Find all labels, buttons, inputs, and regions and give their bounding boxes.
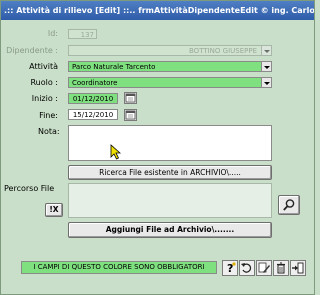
dipendente-label: Dipendente :	[6, 46, 58, 55]
delete-icon	[277, 262, 285, 274]
edit-icon	[258, 262, 270, 273]
chevron-down-icon	[261, 46, 271, 55]
calendar-icon	[125, 110, 136, 120]
chevron-down-icon[interactable]	[261, 78, 271, 87]
id-label: Id:	[47, 29, 58, 38]
attivita-combo[interactable]: Parco Naturale Tarcento	[68, 61, 272, 72]
undo-button[interactable]	[239, 260, 255, 276]
percorso-field	[68, 183, 272, 218]
clear-path-label: !X	[49, 205, 59, 214]
dipendente-value: BOTTINO GIUSEPPE	[189, 47, 257, 55]
ricerca-file-button[interactable]: Ricerca File esistente in ARCHIVIO\.....	[68, 165, 272, 180]
search-file-button[interactable]	[278, 195, 300, 215]
edit-button[interactable]	[256, 260, 272, 276]
attivita-value: Parco Naturale Tarcento	[72, 63, 156, 71]
inizio-field[interactable]: 01/12/2010	[68, 93, 118, 104]
search-icon	[283, 199, 295, 211]
fine-label: Fine:	[39, 111, 58, 120]
inizio-calendar-button[interactable]	[124, 92, 137, 104]
fine-calendar-button[interactable]	[124, 109, 137, 121]
nota-field[interactable]	[68, 125, 272, 161]
attivita-label: Attività	[29, 62, 58, 71]
help-button[interactable]: ?	[222, 260, 238, 276]
ruolo-combo[interactable]: Coordinatore	[68, 77, 272, 88]
exit-icon	[292, 262, 304, 274]
dipendente-combo: BOTTINO GIUSEPPE	[68, 45, 272, 56]
ruolo-label: Ruolo :	[30, 78, 58, 87]
ruolo-value: Coordinatore	[72, 79, 118, 87]
calendar-icon	[125, 93, 136, 103]
fine-field[interactable]: 15/12/2010	[68, 109, 118, 120]
id-field: 137	[68, 29, 97, 39]
exit-button[interactable]	[290, 260, 306, 276]
aggiungi-file-button[interactable]: Aggiungi File ad Archivio\.......	[68, 222, 272, 238]
form-window: .:: Attività di rilievo [Edit] ::.. frmA…	[0, 0, 315, 295]
window-title: .:: Attività di rilievo [Edit] ::.. frmA…	[1, 1, 314, 20]
inizio-label: Inizio :	[31, 94, 58, 103]
help-icon: ?	[227, 262, 236, 275]
mouse-cursor-icon	[110, 144, 121, 160]
percorso-label: Percorso File	[4, 184, 55, 193]
clear-path-button[interactable]: !X	[45, 203, 63, 217]
nota-label: Nota:	[38, 127, 60, 136]
delete-button[interactable]	[273, 260, 289, 276]
undo-icon	[241, 263, 252, 273]
required-fields-hint: I CAMPI DI QUESTO COLORE SONO OBBLIGATOR…	[21, 261, 217, 274]
chevron-down-icon[interactable]	[261, 62, 271, 71]
